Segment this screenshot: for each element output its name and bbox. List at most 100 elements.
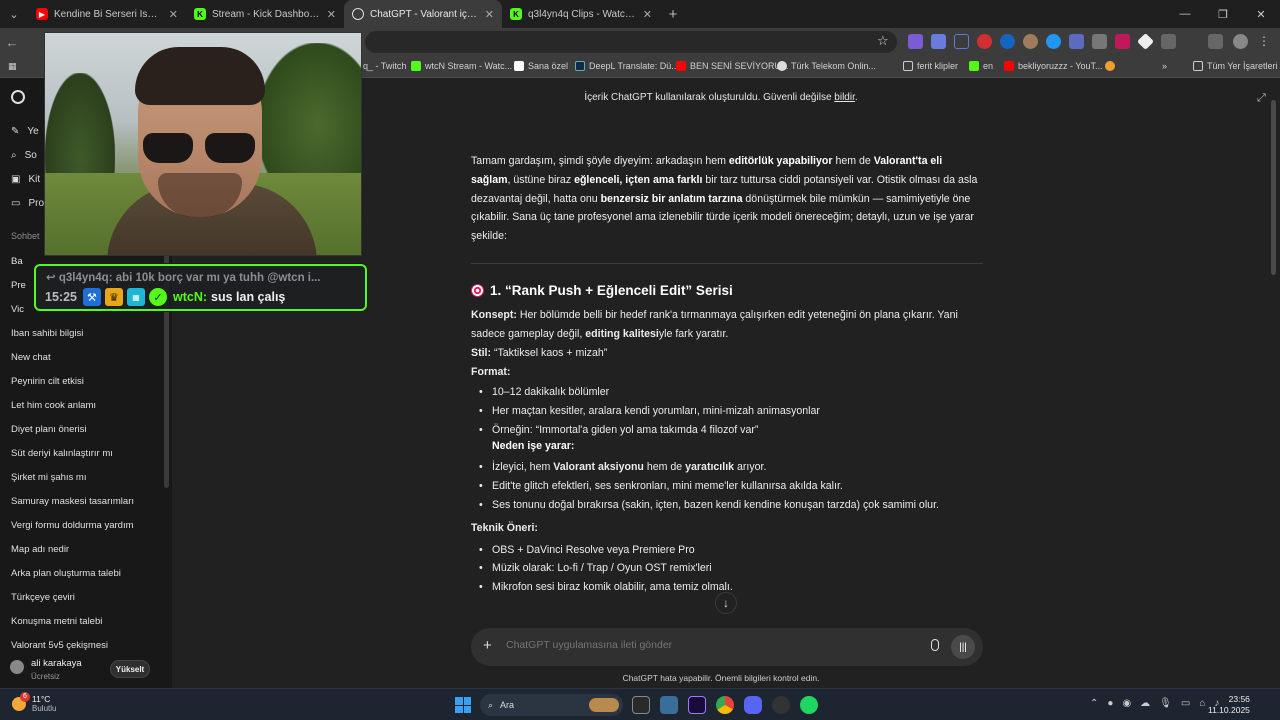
bookmark-item[interactable]: Türk Telekom Onlin... (777, 61, 876, 71)
premiere-pro-icon[interactable] (688, 696, 706, 714)
sidebar-chat-item[interactable]: Samuray maskesi tasarımları (0, 490, 166, 514)
bookmark-star-icon[interactable]: ☆ (877, 33, 889, 49)
bookmark-item[interactable]: BEN SENİ SEVİYORU... (676, 61, 789, 71)
extension-icon[interactable] (1046, 34, 1061, 49)
sidebar-chat-item[interactable]: Türkçeye çeviri (0, 586, 166, 610)
sidebar-chat-item[interactable]: Iban sahibi bilgisi (0, 322, 166, 346)
bookmark-item[interactable]: ferit klipler (903, 61, 958, 71)
sidebar-chat-item[interactable]: Arka plan oluşturma talebi (0, 562, 166, 586)
chatgpt-logo-icon[interactable] (11, 90, 25, 104)
bookmark-item[interactable] (1105, 61, 1115, 71)
new-tab-button[interactable]: + (660, 6, 686, 23)
bookmark-label: bekliyoruzzz - YouT... (1018, 61, 1103, 71)
sidebar-chat-item[interactable]: Let him cook anlamı (0, 394, 166, 418)
sidebar-search[interactable]: ⌕ So (11, 150, 37, 161)
media-icon[interactable] (1208, 34, 1223, 49)
system-clock[interactable]: 23:56 11.10.2025 (1208, 694, 1250, 716)
close-window-icon[interactable]: ✕ (1242, 8, 1280, 21)
extension-icon[interactable] (977, 34, 992, 49)
sidebar-chat-item[interactable]: Map adı nedir (0, 538, 166, 562)
user-menu[interactable]: ali karakaya Ücretsiz Yükselt (0, 652, 172, 688)
bookmark-item[interactable]: wtcN Stream - Watc... (411, 61, 512, 71)
extension-icon[interactable] (1137, 33, 1154, 50)
tab-chatgpt[interactable]: ChatGPT - Valorant içerik öneris ✕ (344, 0, 502, 28)
apps-grid-icon[interactable]: ▦ (8, 61, 17, 72)
tab-kick-clips[interactable]: K q3l4yn4q Clips - Watch Live on ✕ (502, 0, 660, 28)
sidebar-chat-item[interactable]: New chat (0, 346, 166, 370)
chevron-up-icon[interactable]: ⌃ (1090, 698, 1098, 709)
sidebar-library[interactable]: ▣ Kit (11, 174, 40, 185)
sidebar-chat-item[interactable]: Diyet planı önerisi (0, 418, 166, 442)
kebab-menu-icon[interactable]: ⋮ (1258, 34, 1270, 49)
extension-icon[interactable] (1115, 34, 1130, 49)
upgrade-button[interactable]: Yükselt (110, 660, 150, 678)
cloud-icon[interactable]: ☁ (1140, 698, 1150, 709)
settings-icon[interactable] (660, 696, 678, 714)
bookmark-item[interactable]: Sana özel (514, 61, 568, 71)
weather-description: Bulutlu (32, 704, 57, 713)
plus-icon[interactable]: + (483, 637, 492, 654)
spotify-icon[interactable] (800, 696, 818, 714)
user-plan: Ücretsiz (31, 672, 60, 681)
tray-app-icon[interactable]: ◉ (1122, 698, 1131, 709)
tab-youtube[interactable]: ▶ Kendine Bi Serseri Ismarla - You ✕ (28, 0, 186, 28)
file-explorer-icon[interactable] (632, 696, 650, 714)
chevron-right-icon[interactable]: » (1162, 61, 1167, 71)
tab-kick-dashboard[interactable]: K Stream - Kick Dashboard ✕ (186, 0, 344, 28)
taskbar-search[interactable]: ⌕ Ara (480, 694, 623, 716)
weather-widget[interactable]: 6 11°C Bulutlu (12, 692, 57, 714)
sidebar-chat-item[interactable]: Şirket mi şahıs mı (0, 466, 166, 490)
main-scrollbar[interactable] (1271, 100, 1276, 275)
sidebar-chat-item[interactable]: Konuşma metni talebi (0, 610, 166, 634)
bookmark-item[interactable]: bekliyoruzzz - YouT... (1004, 61, 1103, 71)
all-bookmarks[interactable]: Tüm Yer İşaretleri (1193, 61, 1278, 71)
sidebar-chat-item[interactable]: Süt deriyi kalınlaştırır mı (0, 442, 166, 466)
microphone-icon[interactable]: 🎙 (1159, 698, 1172, 709)
youtube-icon (1004, 61, 1014, 71)
back-arrow-icon[interactable]: ← (0, 35, 24, 50)
address-bar[interactable] (365, 31, 897, 53)
report-link[interactable]: bildir (834, 92, 855, 103)
message-input[interactable] (506, 639, 906, 651)
bookmark-item[interactable]: DeepL Translate: Dü... (575, 61, 679, 71)
network-icon[interactable]: ⌂ (1199, 698, 1205, 709)
restore-icon[interactable]: ❐ (1204, 8, 1242, 21)
extension-icon[interactable] (1000, 34, 1015, 49)
search-icon: ⌕ (11, 150, 17, 161)
start-button-icon[interactable] (455, 697, 471, 713)
sidebar-chat-item[interactable]: Vergi formu doldurma yardım (0, 514, 166, 538)
waveform-icon: ||| (959, 641, 967, 653)
microphone-icon[interactable] (931, 639, 939, 651)
close-icon[interactable]: ✕ (169, 8, 178, 21)
sidebar-chat-item[interactable]: Peynirin cilt etkisi (0, 370, 166, 394)
discord-icon[interactable] (744, 696, 762, 714)
minimize-icon[interactable]: — (1166, 8, 1204, 21)
voice-mode-button[interactable]: ||| (951, 635, 975, 659)
extension-icon[interactable] (1092, 34, 1107, 49)
extension-icon[interactable] (1069, 34, 1084, 49)
profile-avatar-icon[interactable] (1233, 34, 1248, 49)
extension-icon[interactable] (908, 34, 923, 49)
obs-icon[interactable] (772, 696, 790, 714)
translate-icon[interactable] (931, 34, 946, 49)
bookmark-item[interactable]: q_ - Twitch (363, 61, 406, 71)
stil-line: Stil: “Taktiksel kaos + mizah” (471, 344, 607, 363)
konsept-label: Konsept: (471, 309, 517, 321)
chatgpt-icon (352, 8, 364, 20)
sidebar-projects[interactable]: ▭ Pro (11, 198, 44, 209)
sidebar-new-chat[interactable]: ✎ Ye (11, 126, 39, 137)
chrome-icon[interactable] (716, 696, 734, 714)
expand-icon[interactable]: ⤢ (1257, 92, 1266, 105)
scroll-down-button[interactable]: ↓ (715, 592, 737, 614)
tab-search-chevron-icon[interactable]: ⌄ (0, 0, 28, 28)
sub-badge-icon: ▦ (126, 288, 145, 306)
display-icon[interactable]: ▭ (1181, 698, 1190, 709)
close-icon[interactable]: ✕ (327, 8, 336, 21)
extension-icon[interactable] (954, 34, 969, 49)
tray-app-icon[interactable]: ● (1107, 698, 1113, 709)
close-icon[interactable]: ✕ (643, 8, 652, 21)
extensions-puzzle-icon[interactable] (1161, 34, 1176, 49)
extension-icon[interactable] (1023, 34, 1038, 49)
close-icon[interactable]: ✕ (485, 8, 494, 21)
bookmark-item[interactable]: en (969, 61, 993, 71)
